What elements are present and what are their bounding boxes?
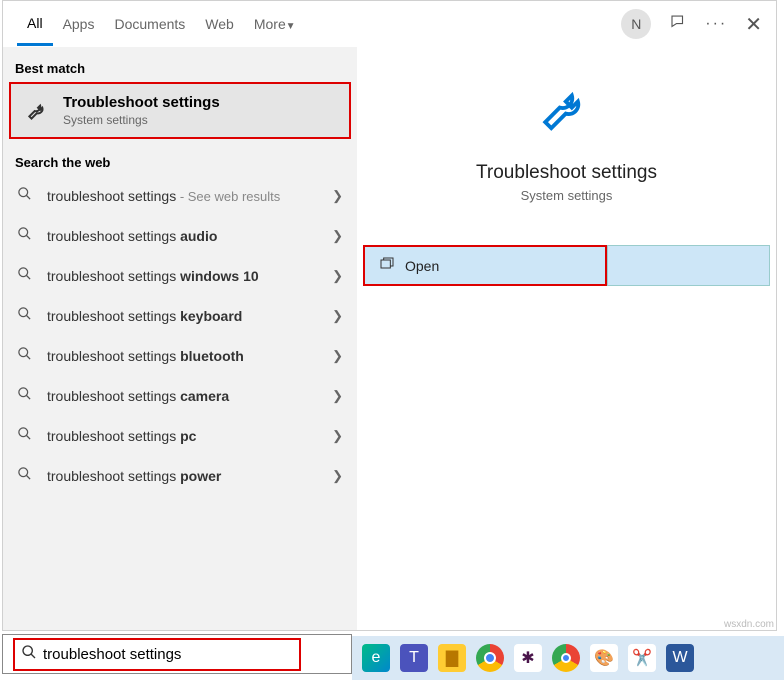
preview-subtitle: System settings: [377, 188, 756, 203]
web-result-text: troubleshoot settings pc: [47, 428, 332, 444]
tab-all[interactable]: All: [17, 3, 53, 46]
open-row-extension[interactable]: [607, 245, 770, 286]
chevron-right-icon: ❯: [332, 468, 343, 484]
search-icon: [17, 226, 37, 246]
open-button[interactable]: Open: [363, 245, 607, 286]
open-label: Open: [405, 258, 439, 274]
web-result[interactable]: troubleshoot settings windows 10 ❯: [3, 256, 357, 296]
search-icon: [17, 346, 37, 366]
chrome-icon[interactable]: [476, 644, 504, 672]
search-icon: [17, 426, 37, 446]
web-result-text: troubleshoot settings audio: [47, 228, 332, 244]
web-result[interactable]: troubleshoot settings pc ❯: [3, 416, 357, 456]
search-icon: [17, 386, 37, 406]
chevron-right-icon: ❯: [332, 348, 343, 364]
results-panel: Best match Troubleshoot settings System …: [3, 47, 357, 630]
search-icon: [17, 306, 37, 326]
close-icon[interactable]: ✕: [745, 12, 762, 37]
web-result[interactable]: troubleshoot settings keyboard ❯: [3, 296, 357, 336]
web-result-text: troubleshoot settings bluetooth: [47, 348, 332, 364]
search-icon: [21, 644, 37, 665]
web-result-text: troubleshoot settings power: [47, 468, 332, 484]
web-result[interactable]: troubleshoot settings audio ❯: [3, 216, 357, 256]
search-icon: [17, 466, 37, 486]
chrome-canary-icon[interactable]: [552, 644, 580, 672]
taskbar: e T ▇ ✱ 🎨 ✂️ W: [352, 636, 784, 680]
tab-more[interactable]: More ▼: [244, 4, 306, 44]
web-result-text: troubleshoot settings windows 10: [47, 268, 332, 284]
web-result-text: troubleshoot settings - See web results: [47, 188, 332, 204]
word-icon[interactable]: W: [666, 644, 694, 672]
best-match-subtitle: System settings: [63, 113, 220, 127]
chevron-right-icon: ❯: [332, 228, 343, 244]
paint-icon[interactable]: 🎨: [590, 644, 618, 672]
chevron-right-icon: ❯: [332, 188, 343, 204]
avatar[interactable]: N: [621, 9, 651, 39]
chevron-right-icon: ❯: [332, 388, 343, 404]
chevron-right-icon: ❯: [332, 308, 343, 324]
preview-panel: Troubleshoot settings System settings Op…: [357, 47, 776, 630]
more-options-icon[interactable]: ···: [705, 15, 727, 33]
edge-icon[interactable]: e: [362, 644, 390, 672]
wrench-icon: [25, 98, 51, 124]
explorer-icon[interactable]: ▇: [438, 644, 466, 672]
chevron-right-icon: ❯: [332, 268, 343, 284]
search-input[interactable]: [43, 646, 293, 663]
wrench-icon: [377, 81, 756, 144]
web-result[interactable]: troubleshoot settings power ❯: [3, 456, 357, 496]
search-icon: [17, 186, 37, 206]
search-flyout: All Apps Documents Web More ▼ N ··· ✕ Be…: [2, 0, 777, 631]
slack-icon[interactable]: ✱: [514, 644, 542, 672]
best-match-title: Troubleshoot settings: [63, 94, 220, 111]
feedback-icon[interactable]: [669, 13, 687, 36]
tab-documents[interactable]: Documents: [104, 4, 195, 44]
teams-icon[interactable]: T: [400, 644, 428, 672]
chevron-down-icon: ▼: [286, 21, 296, 32]
tab-web[interactable]: Web: [195, 4, 244, 44]
web-result[interactable]: troubleshoot settings - See web results …: [3, 176, 357, 216]
best-match-label: Best match: [3, 51, 357, 82]
search-web-label: Search the web: [3, 145, 357, 176]
web-result[interactable]: troubleshoot settings camera ❯: [3, 376, 357, 416]
search-box[interactable]: [2, 634, 352, 674]
web-result-text: troubleshoot settings camera: [47, 388, 332, 404]
snip-icon[interactable]: ✂️: [628, 644, 656, 672]
preview-title: Troubleshoot settings: [377, 162, 756, 184]
open-icon: [379, 256, 395, 275]
tab-apps[interactable]: Apps: [53, 4, 105, 44]
web-result[interactable]: troubleshoot settings bluetooth ❯: [3, 336, 357, 376]
search-icon: [17, 266, 37, 286]
best-match-result[interactable]: Troubleshoot settings System settings: [9, 82, 351, 139]
watermark: wsxdn.com: [724, 619, 774, 630]
tabs-row: All Apps Documents Web More ▼ N ··· ✕: [3, 1, 776, 47]
chevron-right-icon: ❯: [332, 428, 343, 444]
web-result-text: troubleshoot settings keyboard: [47, 308, 332, 324]
